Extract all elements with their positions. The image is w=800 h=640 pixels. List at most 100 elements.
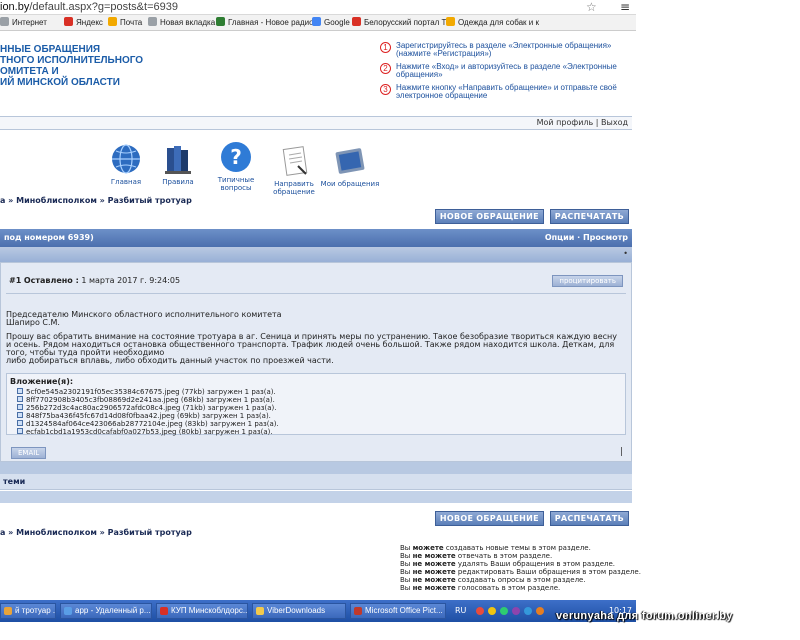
print-button[interactable]: РАСПЕЧАТАТЬ — [549, 209, 629, 224]
main-nav: Главная Правила ? Типичные вопросы Напра… — [96, 140, 386, 196]
star-icon[interactable]: ☆ — [586, 0, 597, 14]
nav-rules[interactable]: Правила — [148, 142, 208, 186]
tray-icon[interactable] — [488, 607, 496, 615]
taskbar-button[interactable]: й тротуар ... — [0, 603, 56, 619]
posted-label: Оставлено : — [23, 276, 79, 285]
view-link[interactable]: Просмотр — [583, 233, 628, 242]
step-text[interactable]: Зарегистрируйтесь в разделе «Электронные… — [396, 41, 611, 58]
app-icon — [4, 607, 12, 615]
step-text[interactable]: Нажмите кнопку «Направить обращение» и о… — [396, 83, 617, 100]
site-title: ННЫЕ ОБРАЩЕНИЯ ТНОГО ИСПОЛНИТЕЛЬНОГО ОМИТЕ… — [0, 44, 143, 88]
attachment-label[interactable]: 256b272d3c4ac80ac2906572afdc08c4.jpeg (7… — [26, 404, 276, 412]
attachment-item[interactable]: 848f75ba436f45fc67d14d08f0fbaa42.jpeg (6… — [17, 412, 279, 420]
quote-button[interactable]: процитировать — [552, 275, 623, 287]
step-number: 2 — [380, 63, 391, 74]
taskbar-button[interactable]: КУП Минскоблдорс... — [156, 603, 248, 619]
permission-text: создавать новые темы в этом разделе. — [445, 544, 591, 552]
bookmark-item[interactable]: Интернет — [0, 17, 47, 27]
permission-flag: не можете — [412, 560, 456, 568]
attachment-item[interactable]: d1324584af064ce423066ab28772104e.jpeg (8… — [17, 420, 279, 428]
tray-icon[interactable] — [476, 607, 484, 615]
post-body: Председателю Минского областного исполни… — [6, 311, 622, 371]
url-text[interactable]: ion.by/default.aspx?g=posts&t=6939 — [0, 1, 178, 13]
bookmark-item[interactable]: Google — [312, 17, 350, 27]
attachment-label[interactable]: 8ff7702908b3405c3fb08869d2e241aa.jpeg (6… — [26, 396, 275, 404]
file-icon — [17, 388, 23, 394]
tray-icon[interactable] — [500, 607, 508, 615]
permission-flag: не можете — [412, 568, 456, 576]
permission-prefix: Вы — [400, 560, 411, 568]
options-link[interactable]: Опции — [545, 233, 574, 242]
bookmark-item[interactable]: Яндекс — [64, 17, 103, 27]
bookmark-label: Интернет — [12, 18, 47, 27]
taskbar-button[interactable]: ViberDownloads — [252, 603, 346, 619]
attachment-item[interactable]: 8ff7702908b3405c3fb08869d2e241aa.jpeg (6… — [17, 396, 279, 404]
breadcrumb[interactable]: а » Миноблисполком » Разбитый тротуар — [0, 196, 192, 205]
attachments-list: 5cf0e545a2302191f05ec35384c67675.jpeg (7… — [17, 388, 279, 436]
nav-home[interactable]: Главная — [96, 142, 156, 186]
nav-faq[interactable]: ? Типичные вопросы — [206, 140, 266, 192]
my-profile-link[interactable]: Мой профиль — [537, 118, 594, 127]
attachment-label[interactable]: 5cf0e545a2302191f05ec35384c67675.jpeg (7… — [26, 388, 276, 396]
new-appeal-button[interactable]: НОВОЕ ОБРАЩЕНИЕ — [434, 209, 544, 224]
menu-icon[interactable]: ≡ — [620, 0, 630, 14]
step-number: 1 — [380, 42, 391, 53]
permission-prefix: Вы — [400, 576, 411, 584]
attachment-item[interactable]: 256b272d3c4ac80ac2906572afdc08c4.jpeg (7… — [17, 404, 279, 412]
bookmark-icon — [312, 17, 321, 26]
file-icon — [17, 420, 23, 426]
document-icon — [282, 146, 308, 176]
tray-icon[interactable] — [512, 607, 520, 615]
taskbar-label: й тротуар ... — [15, 606, 56, 615]
taskbar-label: КУП Минскоблдорс... — [171, 606, 248, 615]
email-button[interactable]: EMAIL — [11, 447, 47, 459]
new-appeal-button[interactable]: НОВОЕ ОБРАЩЕНИЕ — [434, 511, 544, 526]
bookmark-item[interactable]: Белорусский портал Ti — [352, 17, 448, 27]
permissions-list: Вы можете создавать новые темы в этом ра… — [400, 544, 641, 592]
bookmark-item[interactable]: Почта — [108, 17, 142, 27]
tray-icon[interactable] — [524, 607, 532, 615]
bookmark-item[interactable]: Новая вкладка — [148, 17, 215, 27]
file-icon — [17, 396, 23, 402]
question-icon: ? — [221, 142, 251, 172]
language-indicator[interactable]: RU — [455, 603, 466, 619]
permission-text: редактировать Ваши обращения в этом разд… — [457, 568, 641, 576]
permission-flag: не можете — [412, 552, 456, 560]
breadcrumb-bottom[interactable]: а » Миноблисполком » Разбитый тротуар — [0, 528, 192, 537]
taskbar-button[interactable]: Microsoft Office Pict... — [350, 603, 446, 619]
bookmark-icon — [108, 17, 117, 26]
post-text-2: либо добираться вплавь, либо обходить да… — [6, 356, 334, 365]
step-text[interactable]: Нажмите «Вход» и авторизуйтесь в разделе… — [396, 62, 617, 79]
print-button[interactable]: РАСПЕЧАТАТЬ — [549, 511, 629, 526]
topic-title: под номером 6939) — [4, 233, 94, 242]
attachment-item[interactable]: ecfab1cbd1a1953cd0cafabf0a027b53.jpeg (8… — [17, 428, 279, 436]
grid-footer-bottom — [0, 491, 632, 503]
bookmark-label: Одежда для собак и к — [458, 18, 539, 27]
bookmark-item[interactable]: Одежда для собак и к — [446, 17, 539, 27]
attachment-label[interactable]: d1324584af064ce423066ab28772104e.jpeg (8… — [26, 420, 279, 428]
attachment-item[interactable]: 5cf0e545a2302191f05ec35384c67675.jpeg (7… — [17, 388, 279, 396]
topic-actions: Опции · Просмотр — [545, 229, 628, 247]
steps-list: 1 Зарегистрируйтесь в разделе «Электронны… — [380, 42, 632, 105]
post-number: #1 — [9, 276, 22, 285]
nav-send-appeal[interactable]: Направить обращение — [264, 144, 324, 196]
bookmark-icon — [0, 17, 9, 26]
attachment-label[interactable]: 848f75ba436f45fc67d14d08f0fbaa42.jpeg (6… — [26, 412, 271, 420]
nav-my-appeals[interactable]: Мои обращения — [320, 144, 380, 188]
post-text: Прошу вас обратить внимание на состояние… — [6, 332, 617, 357]
toolbar-bottom: НОВОЕ ОБРАЩЕНИЕ РАСПЕЧАТАТЬ — [432, 511, 629, 526]
permission-prefix: Вы — [400, 552, 411, 560]
taskbar-label: Microsoft Office Pict... — [365, 606, 443, 615]
bookmark-item[interactable]: Главная - Новое радио — [216, 17, 314, 27]
taskbar-button[interactable]: app - Удаленный р... — [60, 603, 152, 619]
step-item: 2 Нажмите «Вход» и авторизуйтесь в раздел… — [380, 63, 632, 79]
address-bar[interactable]: ion.by/default.aspx?g=posts&t=6939 ☆ ≡ — [0, 0, 636, 15]
bookmark-icon — [148, 17, 157, 26]
attachment-label[interactable]: ecfab1cbd1a1953cd0cafabf0a027b53.jpeg (8… — [26, 428, 273, 436]
logout-link[interactable]: Выход — [601, 118, 628, 127]
permission-prefix: Вы — [400, 584, 411, 592]
tray-icon[interactable] — [536, 607, 544, 615]
permission-line: Вы не можете голосовать в этом разделе. — [400, 584, 641, 592]
app-icon — [64, 607, 72, 615]
app-icon — [256, 607, 264, 615]
